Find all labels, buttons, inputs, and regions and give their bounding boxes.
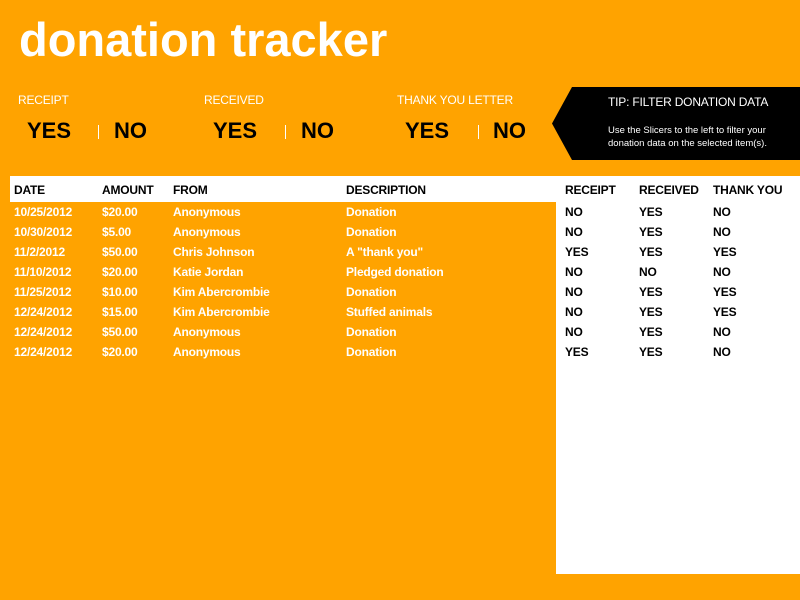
slicer-received-no-button[interactable]: NO <box>301 118 334 144</box>
cell-received: YES <box>639 345 663 359</box>
cell-amount: $50.00 <box>102 245 138 259</box>
cell-received: YES <box>639 205 663 219</box>
cell-date: 11/25/2012 <box>14 285 72 299</box>
table-row[interactable]: 11/2/2012 $50.00 Chris Johnson A "thank you… <box>0 242 800 262</box>
cell-from: Kim Abercrombie <box>173 305 270 319</box>
slicer-label: THANK YOU LETTER <box>397 93 513 107</box>
cell-thank-you: NO <box>713 325 731 339</box>
table-row[interactable]: 12/24/2012 $50.00 Anonymous Donation NO YES NO <box>0 322 800 342</box>
slicer-thank-you-letter: THANK YOU LETTER YES NO <box>397 92 557 148</box>
cell-receipt: NO <box>565 205 583 219</box>
cell-received: YES <box>639 225 663 239</box>
slicer-divider <box>478 125 479 139</box>
cell-received: NO <box>639 265 657 279</box>
cell-from: Anonymous <box>173 205 241 219</box>
cell-thank-you: NO <box>713 345 731 359</box>
slicer-receipt: RECEIPT YES NO <box>18 92 178 148</box>
table-row[interactable]: 12/24/2012 $20.00 Anonymous Donation YES YES N… <box>0 342 800 362</box>
cell-amount: $5.00 <box>102 225 132 239</box>
tip-title: TIP: FILTER DONATION DATA <box>608 95 769 109</box>
cell-received: YES <box>639 245 663 259</box>
cell-description: Donation <box>346 345 397 359</box>
slicer-divider <box>98 125 99 139</box>
column-header-amount[interactable]: AMOUNT <box>102 183 154 197</box>
table-row[interactable]: 10/30/2012 $5.00 Anonymous Donation NO YES NO <box>0 222 800 242</box>
cell-amount: $20.00 <box>102 345 138 359</box>
column-header-description[interactable]: DESCRIPTION <box>346 183 426 197</box>
cell-amount: $20.00 <box>102 205 138 219</box>
cell-date: 12/24/2012 <box>14 345 73 359</box>
cell-thank-you: YES <box>713 285 737 299</box>
column-header-receipt[interactable]: RECEIPT <box>565 183 616 197</box>
cell-receipt: NO <box>565 305 583 319</box>
cell-receipt: NO <box>565 225 583 239</box>
cell-description: Pledged donation <box>346 265 444 279</box>
cell-receipt: YES <box>565 345 589 359</box>
slicer-thank-you-no-button[interactable]: NO <box>493 118 526 144</box>
cell-date: 12/24/2012 <box>14 305 73 319</box>
slicer-receipt-no-button[interactable]: NO <box>114 118 147 144</box>
table-row[interactable]: 11/25/2012 $10.00 Kim Abercrombie Donation N… <box>0 282 800 302</box>
slicer-received-yes-button[interactable]: YES <box>213 118 257 144</box>
cell-from: Kim Abercrombie <box>173 285 270 299</box>
cell-received: YES <box>639 285 663 299</box>
cell-from: Katie Jordan <box>173 265 244 279</box>
page-title: donation tracker <box>19 13 388 66</box>
cell-from: Chris Johnson <box>173 245 255 259</box>
cell-description: Donation <box>346 225 397 239</box>
tip-callout: TIP: FILTER DONATION DATA Use the Slicer… <box>552 87 800 160</box>
slicer-label: RECEIPT <box>18 93 69 107</box>
cell-thank-you: YES <box>713 245 737 259</box>
cell-thank-you: NO <box>713 205 731 219</box>
slicer-receipt-yes-button[interactable]: YES <box>27 118 71 144</box>
cell-receipt: NO <box>565 285 583 299</box>
slicer-thank-you-yes-button[interactable]: YES <box>405 118 449 144</box>
table-row[interactable]: 11/10/2012 $20.00 Katie Jordan Pledged dona… <box>0 262 800 282</box>
cell-thank-you: NO <box>713 265 731 279</box>
table-row[interactable]: 12/24/2012 $15.00 Kim Abercrombie Stuffed a… <box>0 302 800 322</box>
cell-thank-you: NO <box>713 225 731 239</box>
cell-receipt: NO <box>565 325 583 339</box>
cell-receipt: YES <box>565 245 589 259</box>
cell-description: Donation <box>346 205 397 219</box>
cell-date: 11/2/2012 <box>14 245 65 259</box>
tip-body: Use the Slicers to the left to filter yo… <box>608 125 767 149</box>
cell-date: 11/10/2012 <box>14 265 72 279</box>
column-header-from[interactable]: FROM <box>173 183 208 197</box>
cell-receipt: NO <box>565 265 583 279</box>
column-header-date[interactable]: DATE <box>14 183 45 197</box>
cell-date: 10/25/2012 <box>14 205 73 219</box>
slicer-divider <box>285 125 286 139</box>
cell-amount: $15.00 <box>102 305 138 319</box>
cell-amount: $20.00 <box>102 265 138 279</box>
column-header-thank-you[interactable]: THANK YOU <box>713 183 783 197</box>
cell-from: Anonymous <box>173 325 241 339</box>
cell-received: YES <box>639 305 663 319</box>
cell-received: YES <box>639 325 663 339</box>
cell-description: Donation <box>346 325 397 339</box>
cell-date: 10/30/2012 <box>14 225 73 239</box>
cell-description: Stuffed animals <box>346 305 433 319</box>
cell-from: Anonymous <box>173 225 241 239</box>
cell-description: Donation <box>346 285 397 299</box>
cell-thank-you: YES <box>713 305 737 319</box>
column-header-received[interactable]: RECEIVED <box>639 183 699 197</box>
cell-description: A "thank you" <box>346 245 424 259</box>
table-row[interactable]: 10/25/2012 $20.00 Anonymous Donation NO YES NO <box>0 202 800 222</box>
cell-date: 12/24/2012 <box>14 325 73 339</box>
cell-amount: $10.00 <box>102 285 138 299</box>
slicer-received: RECEIVED YES NO <box>204 92 364 148</box>
slicer-label: RECEIVED <box>204 93 264 107</box>
cell-from: Anonymous <box>173 345 241 359</box>
cell-amount: $50.00 <box>102 325 138 339</box>
